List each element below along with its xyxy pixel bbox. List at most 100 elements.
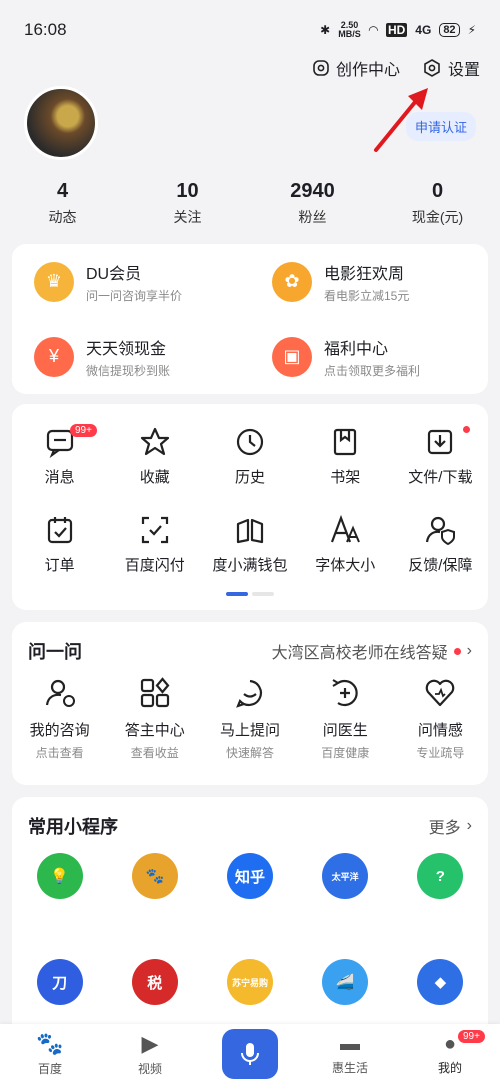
stat-following[interactable]: 10 关注 — [125, 180, 250, 227]
chat-icon — [236, 679, 262, 708]
download-dot — [462, 426, 470, 433]
tab-mine[interactable]: ● 我的 99+ — [400, 1024, 500, 1084]
bluetooth-icon: ✱ — [320, 23, 331, 37]
ask-answerer-center[interactable]: 答主中心 查看收益 — [107, 664, 202, 774]
clock-icon — [236, 428, 264, 455]
mini-title: 常用小程序 — [28, 817, 118, 837]
ask-my-consult[interactable]: 我的咨询 点击查看 — [12, 664, 107, 774]
stat-followers[interactable]: 2940 粉丝 — [250, 180, 375, 227]
wallet-icon — [236, 518, 264, 543]
mini-program-item[interactable]: 太平洋 — [298, 853, 393, 959]
microphone-icon — [241, 1043, 259, 1065]
microphone-button[interactable] — [222, 1029, 278, 1079]
ask-red-dot — [453, 647, 461, 655]
settings-label: 设置 — [447, 62, 480, 79]
chevron-right-icon: › — [466, 817, 472, 834]
order-icon — [47, 516, 72, 543]
ask-more-link[interactable]: 大湾区高校老师在线答疑 › — [272, 639, 472, 663]
net-speed: 2.50 MB/S — [338, 20, 361, 39]
tool-messages[interactable]: 消息 99+ — [12, 412, 107, 500]
tab-voice[interactable] — [200, 1024, 300, 1084]
chevron-right-icon: › — [466, 642, 472, 659]
ask-card: 问一问 大湾区高校老师在线答疑 › 我的咨询 点击查看 答主中心 查看收益 马上提问快… — [12, 622, 488, 785]
tool-files-downloads[interactable]: 文件/下载 — [393, 412, 488, 500]
promo-daily-cash[interactable]: ¥ 天天领现金 微信提现秒到账 — [12, 319, 250, 394]
bookmark-icon — [334, 428, 357, 455]
tool-baidu-pay[interactable]: 百度闪付 — [107, 500, 202, 588]
creator-center-button[interactable]: 创作中心 — [312, 56, 400, 80]
gear-icon — [424, 59, 440, 77]
tool-font-size[interactable]: 字体大小 — [298, 500, 393, 588]
pager-dot — [252, 592, 274, 596]
stat-posts[interactable]: 4 动态 — [0, 180, 125, 227]
mine-badge: 99+ — [458, 1030, 485, 1043]
question-app-icon: ? — [417, 853, 464, 899]
bulb-app-icon: 💡 — [36, 853, 83, 899]
tab-baidu[interactable]: 🐾 百度 — [0, 1024, 100, 1084]
promo-card: ♛ DU会员 问一问咨询享半价 ✿ 电影狂欢周 看电影立减15元 ¥ 天天领现金 微信… — [12, 244, 488, 394]
message-badge: 99+ — [70, 424, 97, 437]
tool-feedback[interactable]: 反馈/保障 — [393, 500, 488, 588]
crown-icon: ♛ — [34, 261, 74, 302]
promo-welfare-center[interactable]: ▣ 福利中心 点击领取更多福利 — [250, 319, 488, 394]
ask-emotion[interactable]: 问情感 专业疏导 — [393, 664, 488, 774]
profile-icon: ● — [443, 1032, 457, 1055]
signal-icon: 4G — [415, 23, 432, 37]
stat-cash[interactable]: 0 现金(元) — [375, 180, 500, 227]
battery-icon: 82 — [439, 23, 460, 37]
pager-dot-active — [226, 592, 248, 596]
mini-more-link[interactable]: 更多 › — [429, 814, 472, 838]
life-icon: ▬ — [340, 1032, 360, 1055]
bottom-tab-bar: 🐾 百度 ▶ 视频 ▬ 惠生活 ● 我的 99+ — [0, 1024, 500, 1084]
top-bar: 创作中心 设置 — [312, 56, 480, 80]
apps-icon — [140, 677, 170, 708]
status-icons: ✱ 2.50 MB/S ◠ HD 4G 82 ⚡ — [320, 21, 476, 39]
doctor-icon — [332, 679, 358, 707]
tool-bookshelf[interactable]: 书架 — [298, 412, 393, 500]
gift-icon: ▣ — [272, 336, 312, 377]
promo-du-vip[interactable]: ♛ DU会员 问一问咨询享半价 — [12, 244, 250, 319]
train-app-icon: 🚄 — [322, 959, 369, 1005]
status-time: 16:08 — [24, 20, 67, 39]
settings-button[interactable]: 设置 — [422, 56, 480, 80]
tab-life[interactable]: ▬ 惠生活 — [300, 1024, 400, 1084]
creator-icon — [313, 60, 329, 76]
heart-icon — [426, 679, 455, 707]
star-icon — [140, 427, 169, 455]
red-envelope-icon: ¥ — [34, 336, 74, 377]
mini-program-item[interactable]: 知乎 — [202, 853, 297, 959]
paw-app-icon: 🐾 — [131, 853, 178, 899]
mini-program-item[interactable]: 🐾 — [107, 853, 202, 959]
blue-app-icon: 刀 — [36, 959, 83, 1005]
tax-app-icon: 税 — [131, 959, 178, 1005]
tool-orders[interactable]: 订单 — [12, 500, 107, 588]
ask-doctor[interactable]: 问医生 百度健康 — [298, 664, 393, 774]
mini-program-item[interactable]: ? — [393, 853, 488, 959]
status-bar: 16:08 ✱ 2.50 MB/S ◠ HD 4G 82 ⚡ — [0, 0, 500, 60]
diamond-app-icon: ◆ — [417, 959, 464, 1005]
ask-quick-question[interactable]: 马上提问 快速解答 — [202, 664, 297, 774]
tab-video[interactable]: ▶ 视频 — [100, 1024, 200, 1084]
feedback-icon — [426, 516, 456, 545]
baidu-paw-icon: 🐾 — [36, 1031, 64, 1056]
tools-card: 消息 99+ 收藏 历史 书架 文件/下载 订单 百度闪付 度小满钱包 字体大小… — [12, 404, 488, 610]
charging-icon: ⚡ — [467, 23, 476, 37]
mini-program-item[interactable]: 💡 — [12, 853, 107, 959]
wifi-icon: ◠ — [368, 23, 378, 37]
ask-title: 问一问 — [28, 642, 82, 662]
promo-movie-week[interactable]: ✿ 电影狂欢周 看电影立减15元 — [250, 244, 488, 319]
zhihu-app-icon: 知乎 — [226, 853, 273, 899]
download-icon — [428, 429, 453, 454]
tool-wallet[interactable]: 度小满钱包 — [202, 500, 297, 588]
profile-stats: 4 动态 10 关注 2940 粉丝 0 现金(元) — [0, 180, 500, 227]
tool-history[interactable]: 历史 — [202, 412, 297, 500]
creator-label: 创作中心 — [335, 62, 400, 79]
tools-pager[interactable] — [226, 592, 274, 596]
consult-icon — [45, 679, 75, 707]
apply-verification-button[interactable]: 申请认证 — [405, 112, 476, 141]
font-size-icon — [331, 514, 361, 542]
tool-favorites[interactable]: 收藏 — [107, 412, 202, 500]
avatar[interactable] — [24, 86, 98, 160]
hd-badge: HD — [385, 23, 408, 37]
scan-pay-icon — [141, 516, 168, 543]
